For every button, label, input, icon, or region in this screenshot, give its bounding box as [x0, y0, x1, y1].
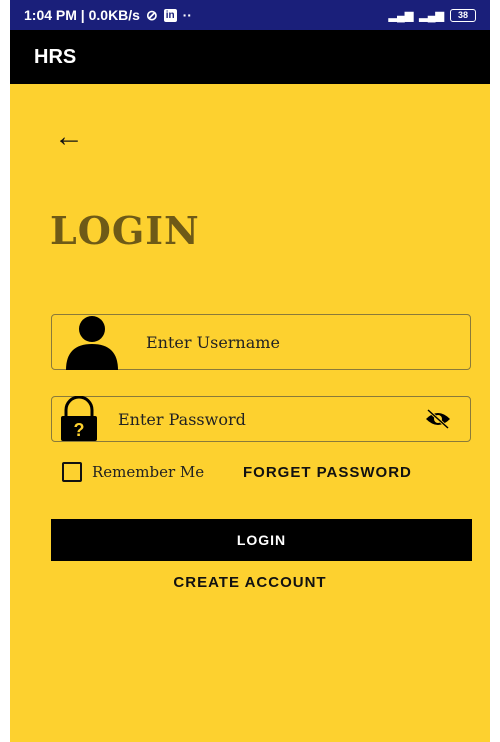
- app-bar: HRS: [10, 30, 490, 84]
- remember-me-checkbox[interactable]: [62, 462, 82, 482]
- user-icon: [66, 316, 118, 370]
- lock-icon: ?: [61, 396, 97, 441]
- status-left: 1:04 PM | 0.0KB/s ⊘ in ··: [24, 7, 192, 24]
- forget-password-link[interactable]: FORGET PASSWORD: [243, 464, 412, 481]
- password-field: ?: [51, 396, 471, 442]
- remember-me[interactable]: Remember Me: [62, 462, 204, 482]
- signal-icon: ▂▄▆: [388, 9, 414, 22]
- status-right: ▂▄▆ ▂▄▆ 38: [388, 8, 476, 22]
- mute-icon: ⊘: [145, 6, 158, 23]
- battery-icon: 38: [450, 8, 476, 22]
- status-time: 1:04 PM | 0.0KB/s: [24, 7, 140, 23]
- linkedin-notification-icon: in: [163, 8, 177, 22]
- svg-text:?: ?: [74, 420, 85, 440]
- password-input[interactable]: [102, 396, 424, 442]
- phone-screen: 1:04 PM | 0.0KB/s ⊘ in ·· ▂▄▆ ▂▄▆ 38 HRS…: [10, 0, 490, 742]
- username-field: [51, 314, 471, 370]
- eye-off-icon[interactable]: [424, 408, 452, 430]
- more-notifications-icon: ··: [182, 7, 192, 23]
- username-input[interactable]: [122, 314, 470, 370]
- login-button[interactable]: LOGIN: [51, 519, 472, 561]
- back-arrow-icon[interactable]: ←: [54, 122, 94, 152]
- remember-me-label: Remember Me: [92, 463, 205, 481]
- page-title: LOGIN: [50, 208, 200, 253]
- signal-icon-2: ▂▄▆: [419, 9, 444, 22]
- create-account-link[interactable]: CREATE ACCOUNT: [10, 574, 490, 591]
- status-bar: 1:04 PM | 0.0KB/s ⊘ in ·· ▂▄▆ ▂▄▆ 38: [10, 0, 490, 30]
- app-title: HRS: [34, 45, 77, 68]
